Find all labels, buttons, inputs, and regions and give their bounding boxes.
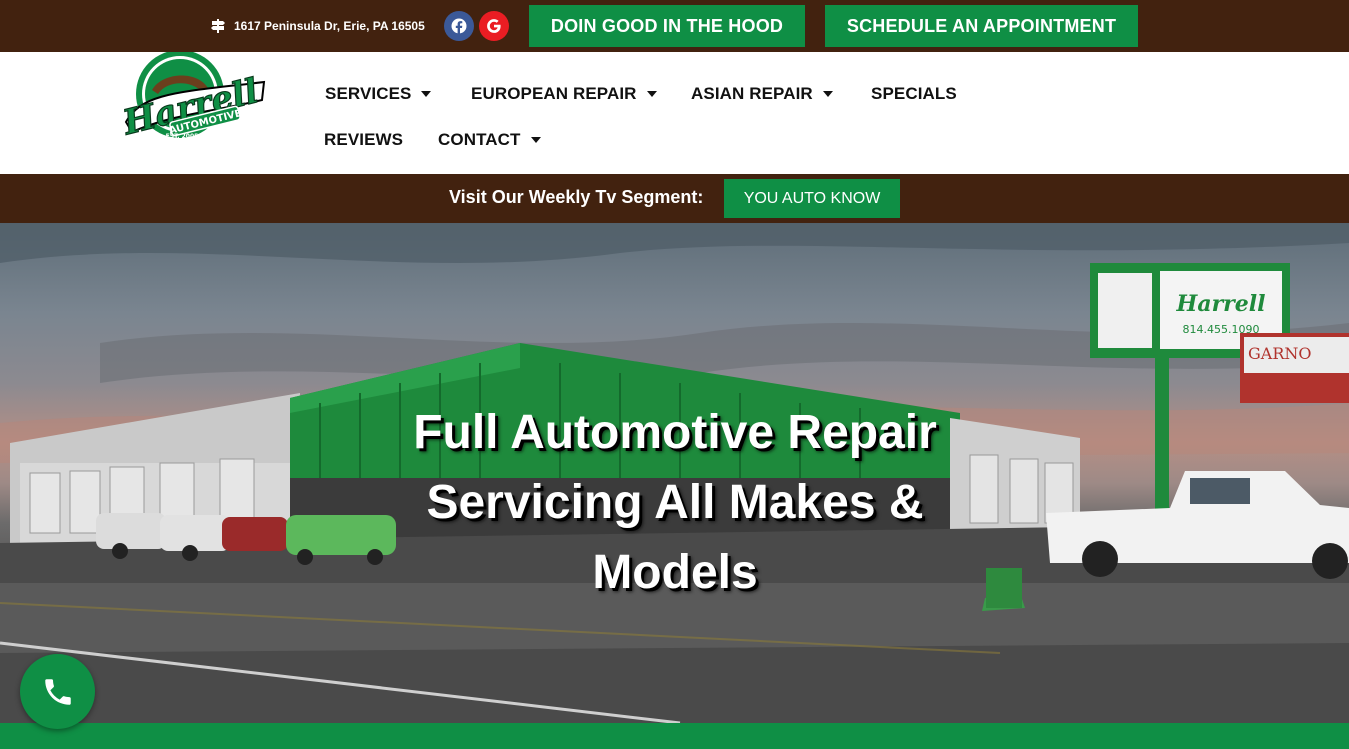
tv-segment-bar: Visit Our Weekly Tv Segment: YOU AUTO KN… — [0, 174, 1349, 223]
caret-down-icon — [646, 91, 657, 97]
caret-down-icon — [822, 91, 833, 97]
facebook-icon[interactable] — [444, 11, 474, 41]
nav-asian-repair[interactable]: ASIAN REPAIR — [691, 82, 833, 106]
nav-label: SPECIALS — [871, 84, 957, 103]
address[interactable]: 1617 Peninsula Dr, Erie, PA 16505 — [210, 16, 425, 36]
address-text: 1617 Peninsula Dr, Erie, PA 16505 — [234, 19, 425, 33]
signpost-icon — [211, 19, 225, 33]
nav-contact[interactable]: CONTACT — [438, 128, 541, 152]
schedule-appointment-button[interactable]: SCHEDULE AN APPOINTMENT — [825, 5, 1138, 47]
nav-specials[interactable]: SPECIALS — [871, 82, 957, 106]
nav-european-repair[interactable]: EUROPEAN REPAIR — [471, 82, 657, 106]
phone-icon — [44, 678, 71, 705]
nav-services[interactable]: SERVICES — [325, 82, 432, 106]
hero-line-2: Servicing All Makes & — [426, 476, 924, 529]
nav-label: REVIEWS — [324, 130, 404, 149]
nav-label: EUROPEAN REPAIR — [471, 84, 637, 103]
top-bar: 1617 Peninsula Dr, Erie, PA 16505 DOIN G… — [0, 0, 1349, 52]
hero-line-1: Full Automotive Repair — [413, 406, 937, 459]
nav-reviews[interactable]: REVIEWS — [324, 128, 403, 152]
google-icon[interactable] — [479, 11, 509, 41]
caret-down-icon — [530, 137, 541, 143]
header: Harrell AUTOMOTIVE EST. 2005 SERVICES EU… — [0, 50, 1349, 174]
hero-headline: Full Automotive Repair Servicing All Mak… — [340, 398, 1010, 608]
call-button[interactable] — [20, 654, 95, 729]
svg-text:EST. 2005: EST. 2005 — [166, 133, 199, 140]
svg-text:GARNO: GARNO — [1248, 344, 1312, 363]
footer-green-strip — [0, 723, 1349, 749]
tv-segment-label: Visit Our Weekly Tv Segment: — [449, 187, 704, 207]
doin-good-button[interactable]: DOIN GOOD IN THE HOOD — [529, 5, 805, 47]
nav-label: SERVICES — [325, 84, 412, 103]
harrell-logo[interactable]: Harrell AUTOMOTIVE EST. 2005 — [118, 50, 267, 144]
hero-line-3: Models — [592, 546, 758, 599]
svg-text:Harrell: Harrell — [1176, 291, 1266, 317]
nav-label: CONTACT — [438, 130, 521, 149]
you-auto-know-button[interactable]: YOU AUTO KNOW — [724, 179, 900, 218]
hero-banner: Harrell 814.455.1090 GARNO Full Automoti… — [0, 223, 1349, 723]
nav-label: ASIAN REPAIR — [691, 84, 813, 103]
caret-down-icon — [421, 91, 432, 97]
